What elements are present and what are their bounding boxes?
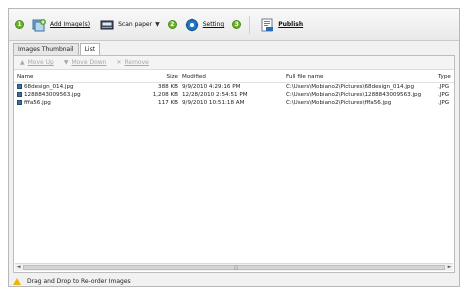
main-toolbar: 1 Add Image(s) Scan paper ▼ 2 Setting 3 …: [9, 9, 459, 41]
app-window: 1 Add Image(s) Scan paper ▼ 2 Setting 3 …: [8, 8, 460, 287]
publish-icon: [260, 18, 274, 32]
close-icon: ✕: [116, 59, 122, 66]
column-header-full-name[interactable]: Full file name: [286, 72, 426, 82]
arrow-up-icon: ▲: [20, 59, 25, 66]
file-name: 1288843009563.jpg: [24, 92, 81, 98]
toolbar-divider: [249, 15, 251, 34]
move-up-label: Move Up: [27, 59, 54, 66]
file-name-cell: 68design_014.jpg: [17, 83, 147, 91]
table-row[interactable]: 68design_014.jpg 388 KB 9/9/2010 4:29:16…: [14, 83, 454, 91]
scanner-icon: [100, 18, 114, 32]
scroll-left-arrow-icon[interactable]: ◄: [15, 264, 22, 271]
view-tabs: Images Thumbnail List: [13, 43, 101, 56]
file-size: 117 KB: [158, 100, 178, 106]
publish-label: Publish: [278, 21, 304, 28]
move-down-button[interactable]: ▼ Move Down: [64, 59, 107, 66]
file-name: 68design_014.jpg: [24, 84, 74, 90]
file-modified: 12/28/2010 2:54:51 PM: [182, 92, 248, 98]
horizontal-scrollbar[interactable]: ◄ ||| ►: [15, 263, 453, 271]
step-3-badge: 3: [232, 20, 242, 29]
arrow-down-icon: ▼: [63, 59, 69, 66]
file-full-path: C:\Users\Mobiano2\Pictures\68design_014.…: [286, 84, 415, 90]
table-row[interactable]: 1288843009563.jpg 1,208 KB 12/28/2010 2:…: [14, 91, 454, 99]
add-images-icon: [32, 18, 46, 32]
list-toolbar: ▲ Move Up ▼ Move Down ✕ Remove: [14, 56, 454, 70]
warning-icon: [13, 277, 21, 285]
file-size: 1,208 KB: [152, 92, 178, 98]
column-header-name[interactable]: Name: [17, 72, 147, 82]
remove-button[interactable]: ✕ Remove: [116, 59, 148, 66]
move-down-label: Move Down: [71, 59, 107, 66]
remove-label: Remove: [124, 59, 149, 66]
table-header: Name Size Modified Full file name Type: [14, 72, 454, 83]
chevron-down-icon[interactable]: ▼: [155, 21, 160, 28]
setting-button[interactable]: Setting: [183, 15, 226, 35]
file-full-path: C:\Users\Mobiano2\Pictures\fffa56.jpg: [286, 100, 392, 106]
file-type: .JPG: [438, 84, 450, 90]
scrollbar-grip: |||: [234, 265, 239, 270]
file-full-path: C:\Users\Mobiano2\Pictures\1288843009563…: [286, 92, 422, 98]
status-text: Drag and Drop to Re-order Images: [27, 277, 131, 285]
status-bar: Drag and Drop to Re-order Images: [13, 276, 455, 286]
column-header-type[interactable]: Type: [438, 72, 456, 82]
scrollbar-thumb[interactable]: |||: [23, 265, 445, 270]
image-file-icon: [17, 84, 22, 89]
image-file-icon: [17, 100, 22, 105]
add-images-label: Add Image(s): [50, 21, 91, 28]
file-size: 388 KB: [158, 84, 178, 90]
image-file-icon: [17, 92, 22, 97]
column-header-size[interactable]: Size: [134, 72, 178, 82]
add-images-button[interactable]: Add Image(s): [30, 15, 92, 35]
move-up-button[interactable]: ▲ Move Up: [20, 59, 54, 66]
file-list-table: Name Size Modified Full file name Type 6…: [14, 70, 454, 107]
scroll-right-arrow-icon[interactable]: ►: [446, 264, 453, 271]
file-name-cell: fffa56.jpg: [17, 99, 147, 107]
file-modified: 9/9/2010 10:51:18 AM: [182, 100, 245, 106]
step-2-badge: 2: [167, 20, 177, 29]
list-panel: ▲ Move Up ▼ Move Down ✕ Remove Name Size…: [13, 55, 455, 273]
step-1-badge: 1: [15, 20, 24, 29]
scan-paper-label: Scan paper: [118, 21, 153, 28]
table-row[interactable]: fffa56.jpg 117 KB 9/9/2010 10:51:18 AM C…: [14, 99, 454, 107]
file-name-cell: 1288843009563.jpg: [17, 91, 147, 99]
file-modified: 9/9/2010 4:29:16 PM: [182, 84, 241, 90]
file-name: fffa56.jpg: [24, 100, 51, 106]
publish-button[interactable]: Publish: [258, 15, 305, 35]
column-header-modified[interactable]: Modified: [182, 72, 282, 82]
gear-icon: [185, 18, 199, 32]
file-type: .JPG: [438, 100, 450, 106]
file-type: .JPG: [438, 92, 450, 98]
setting-label: Setting: [202, 21, 225, 28]
scan-paper-button[interactable]: Scan paper ▼: [98, 15, 162, 35]
